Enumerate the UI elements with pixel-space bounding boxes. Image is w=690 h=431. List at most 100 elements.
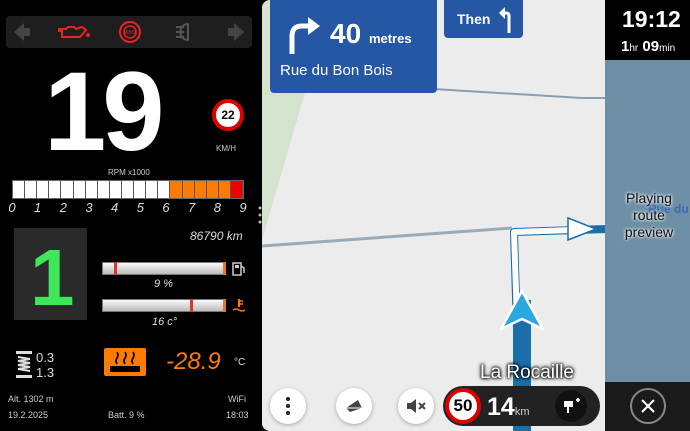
mute-button[interactable] xyxy=(398,388,434,424)
rpm-segment xyxy=(158,181,171,198)
then-label: Then xyxy=(457,11,491,27)
suspension-icon xyxy=(16,351,32,378)
speed-camera-icon xyxy=(564,398,580,413)
rpm-segment xyxy=(170,181,183,198)
gear-indicator: 1 xyxy=(30,233,75,322)
turn-right-arrow-icon xyxy=(289,17,320,54)
rpm-tick-label: 3 xyxy=(85,200,93,215)
perspective-view-icon xyxy=(346,400,362,412)
navigation-panel: 19:12 1hr 09min Rue du Playing route pre… xyxy=(262,0,690,431)
rpm-segment xyxy=(61,181,74,198)
rpm-segment xyxy=(146,181,159,198)
rpm-tick-label: 1 xyxy=(34,200,42,215)
left-arrow-icon xyxy=(14,23,30,41)
current-street-name: La Rocaille xyxy=(480,362,574,383)
turn-left-arrow-icon xyxy=(499,7,511,33)
fuel-level-marker xyxy=(114,262,117,275)
duration-minutes: 09 xyxy=(642,38,660,55)
route-preview-status: Playing route preview xyxy=(624,190,674,240)
rpm-segment xyxy=(37,181,50,198)
gauge-end-mark xyxy=(223,299,226,312)
outside-temperature: -28.9 xyxy=(166,348,221,375)
suspension-values: 0.3 1.3 xyxy=(36,350,54,380)
date: 19.2.2025 xyxy=(8,410,49,420)
speed-unit: KM/H xyxy=(216,144,236,153)
rpm-segment xyxy=(218,181,231,198)
rpm-tick-label: 6 xyxy=(162,200,170,215)
svg-text:ABS: ABS xyxy=(125,30,136,36)
rpm-tick-label: 9 xyxy=(239,200,247,215)
route-info-pill: 50 14km xyxy=(443,386,600,426)
rpm-tick-label: 2 xyxy=(59,200,67,215)
rpm-segment xyxy=(182,181,195,198)
odometer: 86790 km xyxy=(190,229,243,243)
rpm-segment xyxy=(121,181,135,198)
rpm-segment xyxy=(230,181,244,198)
rpm-bar xyxy=(12,180,244,199)
coolant-level-marker xyxy=(190,299,193,312)
abs-icon: ABS xyxy=(119,21,141,43)
duration-minutes-unit: min xyxy=(659,43,676,54)
speed-limit-sign: 22 xyxy=(212,99,244,131)
rpm-segment xyxy=(13,181,26,198)
speed-readout: 19 xyxy=(44,49,165,174)
gauge-end-mark xyxy=(223,262,226,275)
rpm-tick-label: 8 xyxy=(213,200,221,215)
next-instruction-banner: Then xyxy=(444,0,523,38)
heater-indicator xyxy=(104,348,146,376)
rpm-segment xyxy=(73,181,86,198)
close-button[interactable] xyxy=(630,388,666,424)
more-vertical-icon xyxy=(286,397,290,415)
oil-pressure-icon xyxy=(58,25,90,38)
turn-distance-unit: metres xyxy=(368,31,412,46)
rpm-scale: 0 1 2 3 4 5 6 7 8 9 xyxy=(0,200,258,216)
rpm-segment xyxy=(134,181,147,198)
fuel-gauge xyxy=(102,262,226,275)
coolant-gauge xyxy=(102,299,226,312)
rpm-segment xyxy=(206,181,219,198)
rpm-tick-label: 4 xyxy=(111,200,119,215)
dashboard-time: 18:03 xyxy=(226,410,249,420)
duration-hours-unit: hr xyxy=(629,43,639,54)
rpm-segment xyxy=(109,181,122,198)
trip-duration: 1hr 09min xyxy=(621,38,675,55)
speaker-muted-icon xyxy=(407,399,426,413)
arrival-clock: 19:12 xyxy=(622,6,681,32)
turn-instruction-banner[interactable]: 40 metres Rue du Bon Bois xyxy=(270,0,437,93)
menu-button[interactable] xyxy=(270,388,306,424)
wifi-status: WiFi xyxy=(228,394,246,404)
seat-heater-icon xyxy=(110,351,140,372)
remaining-distance-value: 14 xyxy=(487,393,515,421)
rpm-tick-label: 7 xyxy=(188,200,196,215)
turn-street-name: Rue du Bon Bois xyxy=(280,62,393,79)
view-mode-button[interactable] xyxy=(336,388,372,424)
add-poi-button[interactable] xyxy=(555,390,587,422)
rpm-tick-label: 5 xyxy=(136,200,144,215)
rpm-tick-label: 0 xyxy=(8,200,16,215)
altitude: Alt. 1302 m xyxy=(8,394,54,404)
battery-status: Batt. 9 % xyxy=(108,410,145,420)
vehicle-dashboard: ABS 19 22 KM/H RPM x1000 0 1 2 3 4 5 6 7 8 9 1 86… xyxy=(0,0,258,431)
right-arrow-icon xyxy=(228,23,244,41)
rpm-segment xyxy=(194,181,207,198)
rpm-segment xyxy=(85,181,98,198)
remaining-distance-unit: km xyxy=(514,406,530,418)
rpm-label: RPM x1000 xyxy=(108,168,150,177)
suspension-rear: 1.3 xyxy=(36,365,55,380)
suspension-front: 0.3 xyxy=(36,350,55,365)
fuel-value: 9 % xyxy=(154,278,173,290)
rpm-segment xyxy=(49,181,62,198)
coolant-value: 16 c° xyxy=(152,316,178,328)
vehicle-position-icon xyxy=(499,289,545,331)
warning-lights-bar: ABS xyxy=(6,16,252,48)
rpm-segment xyxy=(25,181,38,198)
fuel-pump-icon xyxy=(232,262,245,276)
turn-distance-value: 40 xyxy=(330,18,362,49)
headlight-icon xyxy=(176,22,189,42)
remaining-distance: 14km xyxy=(487,393,529,422)
close-icon xyxy=(641,399,655,413)
temperature-unit: °C xyxy=(234,357,246,368)
turn-distance: 40 metres xyxy=(330,18,412,50)
road-speed-limit-sign: 50 xyxy=(445,388,481,424)
coolant-temp-icon xyxy=(232,299,246,312)
